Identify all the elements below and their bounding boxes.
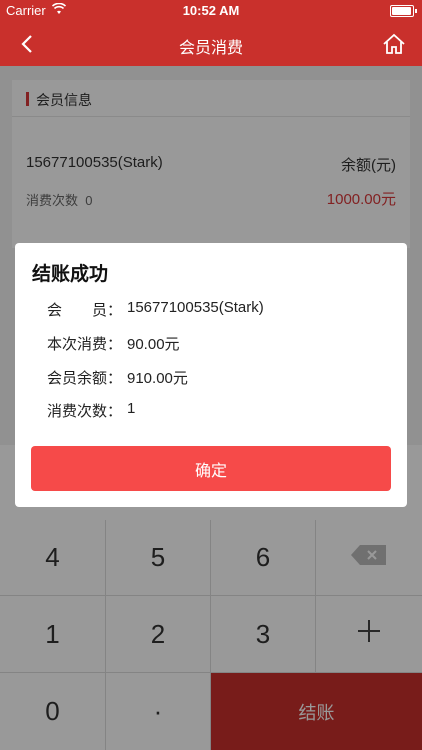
dialog-title: 结账成功 (32, 264, 109, 285)
visit-count-value: 1 (127, 400, 136, 417)
home-icon[interactable] (380, 30, 408, 58)
this-spend-label: 本次消费： (47, 336, 123, 353)
confirm-button[interactable]: 确定 (31, 446, 391, 491)
visit-count-label: 消费次数： (47, 403, 123, 420)
clock: 10:52 AM (182, 3, 240, 18)
checkout-success-dialog: 结账成功 会 员： 15677100535(Stark) 本次消费： 90.00… (15, 243, 407, 507)
member-value: 15677100535(Stark) (127, 299, 264, 316)
battery-icon (390, 5, 417, 17)
member-balance-label: 会员余额： (47, 370, 123, 387)
status-bar: Carrier 10:52 AM (0, 0, 422, 22)
member-label: 会 员： (47, 302, 123, 319)
page-title: 会员消费 (178, 40, 243, 57)
nav-bar: 会员消费 (0, 22, 422, 66)
member-balance-value: 910.00元 (127, 370, 188, 387)
this-spend-value: 90.00元 (127, 336, 180, 353)
